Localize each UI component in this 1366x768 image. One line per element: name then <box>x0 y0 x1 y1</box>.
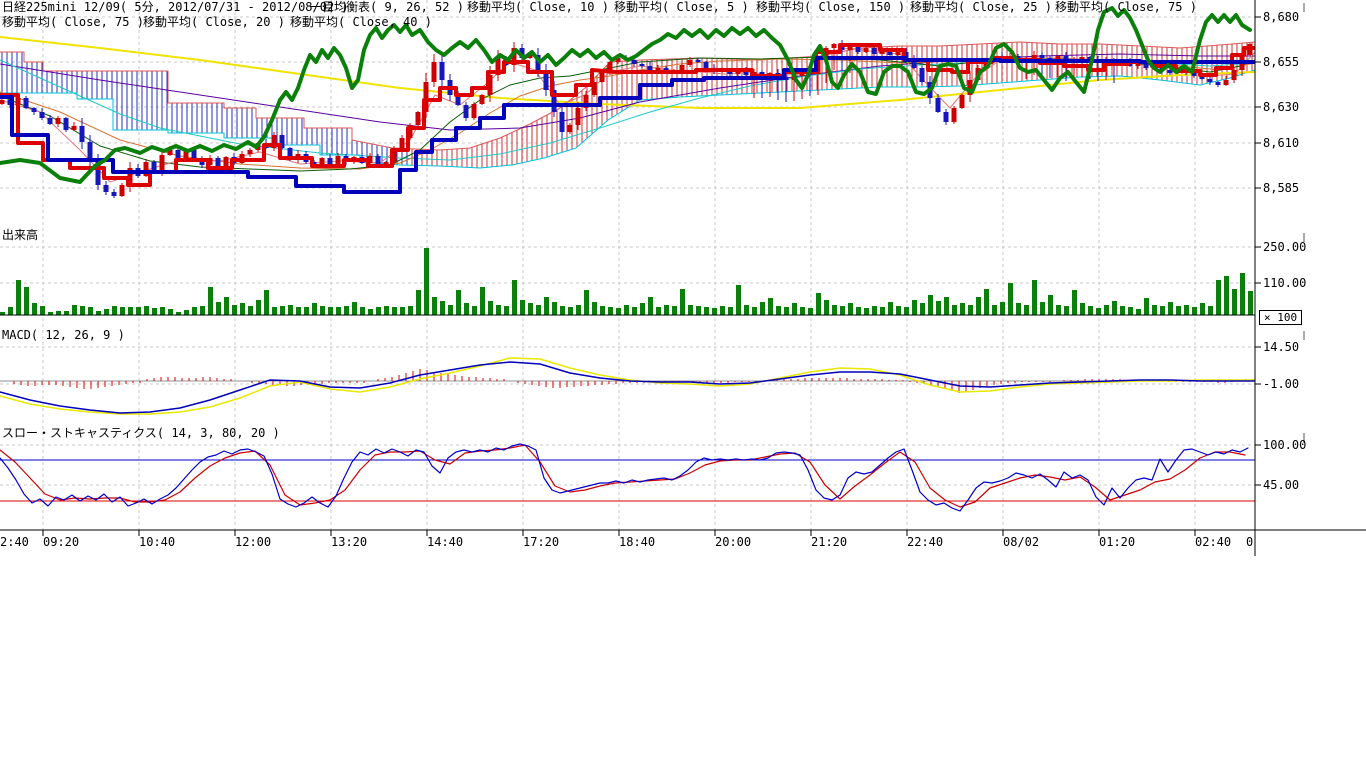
legend-row-1: 日経225mini 12/09( 5分, 2012/07/31 - 2012/0… <box>0 0 1366 14</box>
y-axis-label: 45.00 <box>1263 478 1299 492</box>
macd-panel-label: MACD( 12, 26, 9 ) <box>2 328 125 342</box>
y-axis-label: 250.00 <box>1263 240 1306 254</box>
stochastics-panel-label: スロー・ストキャスティクス( 14, 3, 80, 20 ) <box>2 426 280 440</box>
y-axis-label: 8,630 <box>1263 100 1299 114</box>
y-axis-label: 100.00 <box>1263 438 1306 452</box>
x-axis-label: 02:40 <box>1195 535 1231 549</box>
legend-item: 移動平均( Close, 75 ) <box>1055 0 1197 14</box>
legend-item: 移動平均( Close, 5 ) <box>614 0 749 14</box>
x-axis-label: 08/02 <box>1003 535 1039 549</box>
legend-item: 日経225mini 12/09( 5分, 2012/07/31 - 2012/0… <box>2 0 349 14</box>
x-axis-label: 18:40 <box>619 535 655 549</box>
x-axis-label: 01:20 <box>1099 535 1135 549</box>
x-axis-label: 22:40 <box>907 535 943 549</box>
legend-item: 移動平均( Close, 25 ) <box>910 0 1052 14</box>
legend-row-2: 移動平均( Close, 75 )移動平均( Close, 20 ) 移動平均( … <box>0 15 1366 29</box>
y-axis-label: 110.00 <box>1263 276 1306 290</box>
legend-item: 一目均衡表( 9, 26, 52 ) <box>310 0 464 14</box>
legend-item: 移動平均( Close, 75 ) <box>2 15 144 29</box>
x-axis-label: 0 <box>1246 535 1253 549</box>
x-axis-label: 13:20 <box>331 535 367 549</box>
y-axis-label: 14.50 <box>1263 340 1299 354</box>
volume-multiplier-badge: × 100 <box>1259 310 1302 325</box>
legend-item: 移動平均( Close, 150 ) <box>756 0 905 14</box>
y-axis-label: -1.00 <box>1263 377 1299 391</box>
chart-canvas[interactable] <box>0 0 1366 768</box>
x-axis-label: 12:00 <box>235 535 271 549</box>
x-axis-label: 21:20 <box>811 535 847 549</box>
x-axis-label: 14:40 <box>427 535 463 549</box>
x-axis-label: 10:40 <box>139 535 175 549</box>
legend-item: 移動平均( Close, 20 ) <box>143 15 285 29</box>
x-axis-label: 20:00 <box>715 535 751 549</box>
x-axis-label: 2:40 <box>0 535 29 549</box>
chart-window: 日経225mini 12/09( 5分, 2012/07/31 - 2012/0… <box>0 0 1366 768</box>
x-axis-label: 17:20 <box>523 535 559 549</box>
x-axis-label: 09:20 <box>43 535 79 549</box>
y-axis-label: 8,585 <box>1263 181 1299 195</box>
legend-item: 移動平均( Close, 40 ) <box>290 15 432 29</box>
y-axis-label: 8,680 <box>1263 10 1299 24</box>
volume-panel-label: 出来高 <box>2 228 38 242</box>
legend-item: 移動平均( Close, 10 ) <box>467 0 609 14</box>
y-axis-label: 8,610 <box>1263 136 1299 150</box>
y-axis-label: 8,655 <box>1263 55 1299 69</box>
